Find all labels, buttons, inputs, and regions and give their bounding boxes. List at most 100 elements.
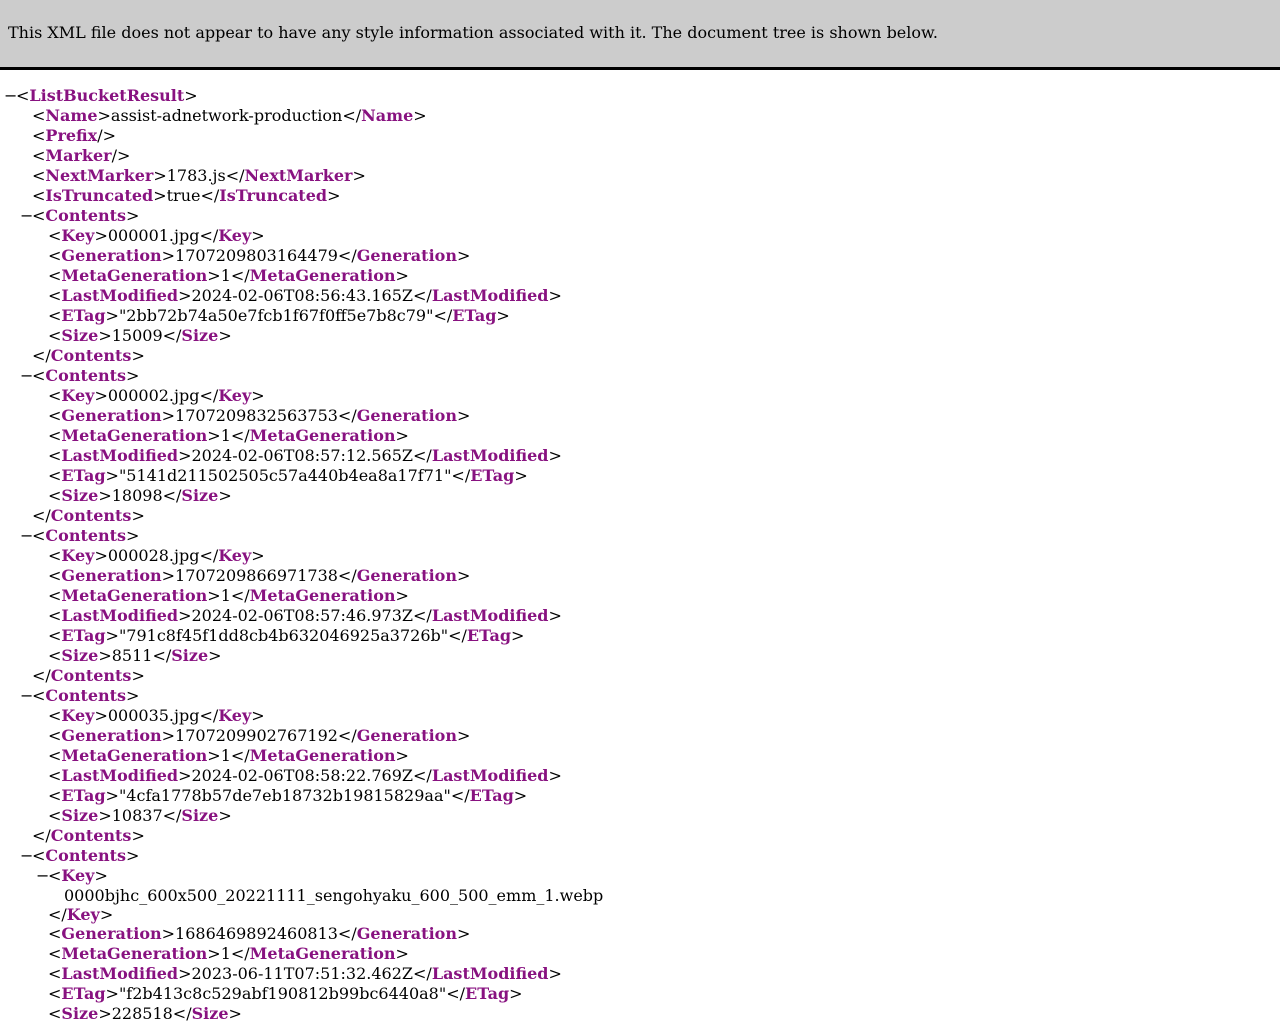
contents-1-open-toggle[interactable]: − — [20, 206, 33, 226]
tag-name: LastModified — [431, 766, 549, 785]
contents-2-meta-generation-value: 1 — [220, 426, 231, 445]
tag-name: MetaGeneration — [61, 944, 208, 963]
contents-1-close: </Contents> — [32, 346, 145, 365]
tag-name: Contents — [50, 506, 132, 525]
contents-2-key-value: 000002.jpg — [107, 386, 200, 405]
tag-name: MetaGeneration — [61, 426, 208, 445]
tag-name: Size — [181, 326, 219, 345]
contents-4-last-modified: <LastModified>2024-02-06T08:58:22.769Z</… — [48, 766, 562, 785]
contents-4-etag-value: "4cfa1778b57de7eb18732b19815829aa" — [118, 786, 451, 805]
contents-5-last-modified-value: 2023-06-11T07:51:32.462Z — [191, 964, 414, 983]
tag-name: ETag — [465, 984, 510, 1003]
tag-name: Size — [61, 806, 99, 825]
contents-2-close: </Contents> — [32, 506, 145, 525]
contents-2-generation: <Generation>1707209832563753</Generation… — [48, 406, 471, 425]
contents-5-key-open-toggle[interactable]: − — [36, 866, 49, 886]
tag-name: NextMarker — [45, 166, 154, 185]
tag-name: Size — [191, 1004, 229, 1023]
contents-2-open-toggle[interactable]: − — [20, 366, 33, 386]
contents-5-generation-value: 1686469892460813 — [175, 924, 338, 943]
tag-name: LastModified — [61, 286, 179, 305]
tag-name: Generation — [356, 566, 457, 585]
tag-name: LastModified — [61, 606, 179, 625]
tag-name: ListBucketResult — [29, 86, 185, 105]
tag-name: Prefix — [45, 126, 98, 145]
tag-name: Key — [218, 226, 252, 245]
tag-name: Contents — [50, 346, 132, 365]
tag-name: ETag — [61, 466, 106, 485]
contents-1-etag-value: "2bb72b74a50e7fcb1f67f0ff5e7b8c79" — [118, 306, 434, 325]
tag-name: Generation — [61, 406, 162, 425]
tag-name: ETag — [61, 786, 106, 805]
tag-name: ETag — [470, 466, 515, 485]
contents-3-size: <Size>8511</Size> — [48, 646, 222, 665]
contents-2-size: <Size>18098</Size> — [48, 486, 232, 505]
contents-3-etag: <ETag>"791c8f45f1dd8cb4b632046925a3726b"… — [48, 626, 525, 645]
contents-3-etag-value: "791c8f45f1dd8cb4b632046925a3726b" — [118, 626, 449, 645]
tag-name: LastModified — [431, 964, 549, 983]
tag-name: LastModified — [431, 286, 549, 305]
tag-name: LastModified — [61, 446, 179, 465]
contents-4-size: <Size>10837</Size> — [48, 806, 232, 825]
tag-name: MetaGeneration — [61, 266, 208, 285]
tag-name: Generation — [61, 566, 162, 585]
tag-name: Key — [218, 706, 252, 725]
contents-5-meta-generation-value: 1 — [220, 944, 231, 963]
contents-5-meta-generation: <MetaGeneration>1</MetaGeneration> — [48, 944, 409, 963]
contents-3-size-value: 8511 — [111, 646, 153, 665]
tag-name: ETag — [466, 626, 512, 645]
contents-5-last-modified: <LastModified>2023-06-11T07:51:32.462Z</… — [48, 964, 562, 983]
contents-5-generation: <Generation>1686469892460813</Generation… — [48, 924, 471, 943]
contents-1-generation: <Generation>1707209803164479</Generation… — [48, 246, 471, 265]
tag-name: ETag — [61, 306, 106, 325]
contents-4-open-toggle[interactable]: − — [20, 686, 33, 706]
contents-1-last-modified: <LastModified>2024-02-06T08:56:43.165Z</… — [48, 286, 562, 305]
tag-name: ETag — [61, 984, 106, 1003]
tag-name: Generation — [356, 726, 457, 745]
tag-name: Key — [61, 706, 95, 725]
tag-name: MetaGeneration — [249, 746, 396, 765]
contents-4-meta-generation-value: 1 — [220, 746, 231, 765]
tag-name: MetaGeneration — [249, 944, 396, 963]
contents-2-generation-value: 1707209832563753 — [175, 406, 338, 425]
is-truncated: <IsTruncated>true</IsTruncated> — [32, 186, 341, 205]
contents-3-last-modified: <LastModified>2024-02-06T08:57:46.973Z</… — [48, 606, 562, 625]
contents-1-key: <Key>000001.jpg</Key> — [48, 226, 265, 245]
contents-2-etag: <ETag>"5141d211502505c57a440b4ea8a17f71"… — [48, 466, 528, 485]
contents-5-size: <Size>228518</Size> — [48, 1004, 242, 1023]
contents-3-generation-value: 1707209866971738 — [175, 566, 338, 585]
contents-4-key-value: 000035.jpg — [107, 706, 200, 725]
contents-5-key-value: 0000bjhc_600x500_20221111_sengohyaku_600… — [64, 886, 604, 905]
tag-name: Contents — [50, 826, 132, 845]
contents-5-open-toggle[interactable]: − — [20, 846, 33, 866]
contents-3-meta-generation: <MetaGeneration>1</MetaGeneration> — [48, 586, 409, 605]
contents-5-key-close: </Key> — [48, 905, 114, 924]
contents-1-open: <Contents> − — [20, 206, 140, 226]
tag-name: Size — [61, 1004, 99, 1023]
root-open-tag-toggle[interactable]: − — [4, 86, 17, 106]
tag-name: Name — [45, 106, 98, 125]
contents-1-key-value: 000001.jpg — [107, 226, 200, 245]
xml-info-message: This XML file does not appear to have an… — [8, 23, 938, 42]
tag-name: Name — [361, 106, 414, 125]
tag-name: Contents — [45, 526, 127, 545]
tag-name: Size — [61, 486, 99, 505]
contents-2-meta-generation: <MetaGeneration>1</MetaGeneration> — [48, 426, 409, 445]
contents-3-generation: <Generation>1707209866971738</Generation… — [48, 566, 471, 585]
tag-name: LastModified — [431, 606, 549, 625]
tag-name: MetaGeneration — [249, 266, 396, 285]
contents-5-etag-value: "f2b413c8c529abf190812b99bc6440a8" — [118, 984, 447, 1003]
contents-1-last-modified-value: 2024-02-06T08:56:43.165Z — [191, 286, 414, 305]
contents-2-last-modified-value: 2024-02-06T08:57:12.565Z — [191, 446, 414, 465]
tag-name: Generation — [356, 924, 457, 943]
contents-3-open-toggle[interactable]: − — [20, 526, 33, 546]
contents-2-etag-value: "5141d211502505c57a440b4ea8a17f71" — [118, 466, 452, 485]
tag-name: MetaGeneration — [249, 586, 396, 605]
contents-5-size-value: 228518 — [111, 1004, 173, 1023]
tag-name: Key — [61, 866, 95, 885]
tag-name: Key — [66, 905, 100, 924]
tag-name: LastModified — [61, 766, 179, 785]
tag-name: Key — [61, 386, 95, 405]
tag-name: LastModified — [431, 446, 549, 465]
tag-name: ETag — [61, 626, 106, 645]
